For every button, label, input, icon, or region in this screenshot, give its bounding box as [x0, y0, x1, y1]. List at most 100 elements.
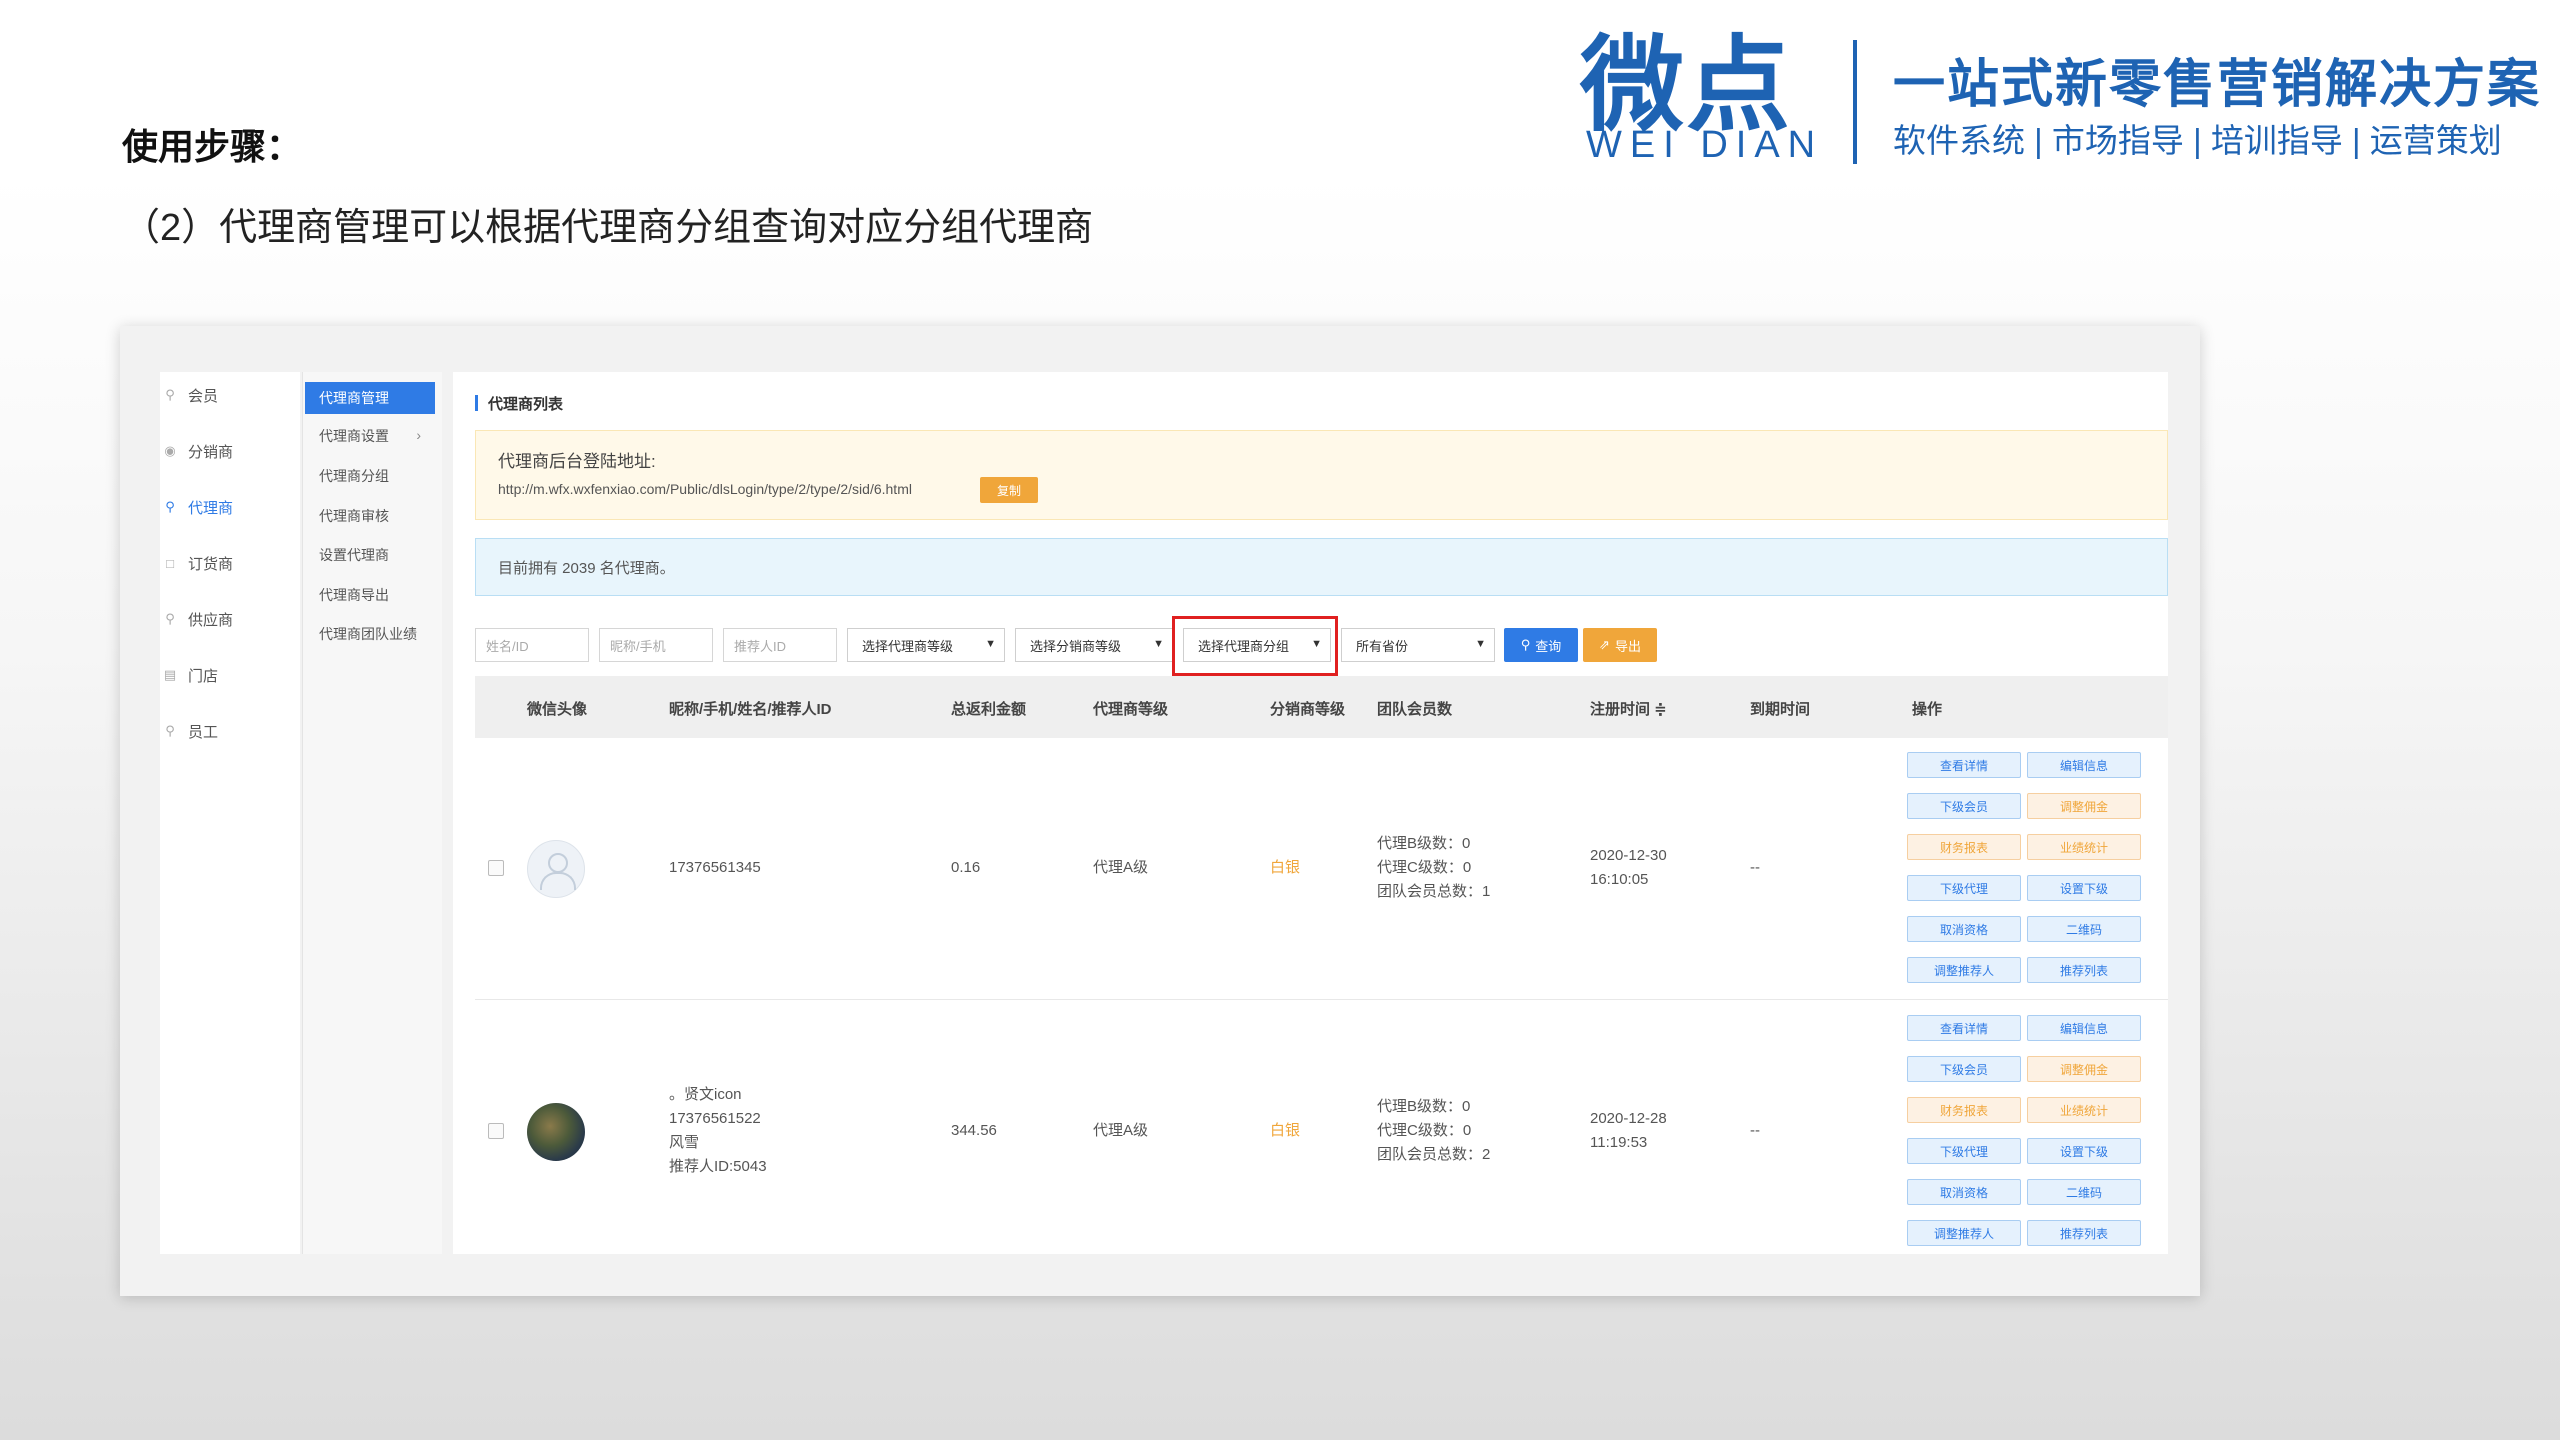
set-subordinate-button[interactable]: 设置下级	[2027, 875, 2141, 901]
login-url-label: 代理商后台登陆地址:	[498, 452, 656, 471]
query-label: 查询	[1535, 638, 1562, 654]
row-name: 风雪	[669, 1134, 700, 1151]
row-checkbox[interactable]	[488, 860, 504, 876]
sidebar-item-supplier[interactable]: ⚲ 供应商	[160, 596, 300, 642]
referrer-id-input[interactable]: 推荐人ID	[723, 628, 837, 662]
view-detail-button[interactable]: 查看详情	[1907, 1015, 2021, 1041]
set-subordinate-button[interactable]: 设置下级	[2027, 1138, 2141, 1164]
cancel-qualification-button[interactable]: 取消资格	[1907, 916, 2021, 942]
sidebar-item-store[interactable]: ▤ 门店	[160, 652, 300, 698]
sub-agents-button[interactable]: 下级代理	[1907, 875, 2021, 901]
sidebar-item-agent[interactable]: ⚲ 代理商	[160, 484, 300, 530]
row-referrer: 推荐人ID:5043	[669, 1158, 767, 1175]
caret-down-icon: ▼	[985, 638, 996, 650]
nick-phone-input[interactable]: 昵称/手机	[599, 628, 713, 662]
adjust-referrer-button[interactable]: 调整推荐人	[1907, 1220, 2021, 1246]
subnav-agent-review[interactable]: 代理商审核	[305, 500, 435, 532]
sidebar-item-distributor[interactable]: ◉ 分销商	[160, 428, 300, 474]
subnav-agent-export[interactable]: 代理商导出	[305, 579, 435, 611]
sub-members-button[interactable]: 下级会员	[1907, 793, 2021, 819]
col-info: 昵称/手机/姓名/推荐人ID	[669, 701, 832, 718]
sidebar-item-orderer[interactable]: □ 订货商	[160, 540, 300, 586]
adjust-referrer-button[interactable]: 调整推荐人	[1907, 957, 2021, 983]
agent-icon: ⚲	[165, 499, 175, 514]
row-dist-level: 白银	[1270, 1122, 1301, 1139]
col-reg-time[interactable]: 注册时间 ≑	[1590, 698, 1667, 719]
subnav-agent-manage[interactable]: 代理商管理	[305, 382, 435, 414]
row-agent-level: 代理A级	[1093, 1122, 1149, 1139]
search-icon: ⚲	[1520, 637, 1531, 652]
table-header: 微信头像 昵称/手机/姓名/推荐人ID 总返利金额 代理商等级 分销商等级 团队…	[475, 676, 2168, 738]
row-nickname: 。贤文icon	[669, 1086, 742, 1103]
slide-subtitle: （2）代理商管理可以根据代理商分组查询对应分组代理商	[122, 207, 1094, 249]
subnav-agent-team-performance[interactable]: 代理商团队业绩	[305, 618, 435, 650]
subnav-agent-settings[interactable]: 代理商设置 ›	[305, 420, 435, 452]
row-rebate: 344.56	[951, 1122, 997, 1139]
row-reg-date: 2020-12-30	[1590, 847, 1667, 864]
supplier-icon: ⚲	[165, 611, 175, 626]
sub-agents-button[interactable]: 下级代理	[1907, 1138, 2021, 1164]
sidebar-item-label: 门店	[188, 667, 219, 685]
query-button[interactable]: ⚲ 查询	[1504, 628, 1578, 662]
login-url: http://m.wfx.wxfenxiao.com/Public/dlsLog…	[498, 481, 912, 497]
referral-list-button[interactable]: 推荐列表	[2027, 957, 2141, 983]
cancel-qualification-button[interactable]: 取消资格	[1907, 1179, 2021, 1205]
performance-stats-button[interactable]: 业绩统计	[2027, 1097, 2141, 1123]
col-avatar: 微信头像	[527, 701, 588, 718]
row-expire: --	[1750, 859, 1760, 876]
row-team-b: 代理B级数：0	[1377, 1098, 1471, 1115]
referral-list-button[interactable]: 推荐列表	[2027, 1220, 2141, 1246]
agent-level-select[interactable]: 选择代理商等级 ▼	[847, 628, 1005, 662]
store-icon: ▤	[163, 667, 177, 682]
brand-slogan: 一站式新零售营销解决方案	[1893, 56, 2542, 114]
row-reg-time: 16:10:05	[1590, 871, 1649, 888]
table-row: 17376561345 0.16 代理A级 白银 代理B级数：0 代理C级数：0…	[475, 738, 2168, 1000]
adjust-commission-button[interactable]: 调整佣金	[2027, 793, 2141, 819]
dist-level-select[interactable]: 选择分销商等级 ▼	[1015, 628, 1173, 662]
col-ops: 操作	[1912, 701, 1943, 718]
caret-down-icon: ▼	[1153, 638, 1164, 650]
qrcode-button[interactable]: 二维码	[2027, 1179, 2141, 1205]
order-icon: □	[166, 555, 174, 571]
slide-heading: 使用步骤：	[122, 126, 303, 167]
col-dist-level: 分销商等级	[1270, 701, 1346, 718]
sub-navigation: 代理商管理 代理商设置 › 代理商分组 代理商审核 设置代理商 代理商导出 代理…	[302, 372, 442, 1254]
brand-services: 软件系统 | 市场指导 | 培训指导 | 运营策划	[1893, 122, 2502, 159]
export-button[interactable]: ⇗ 导出	[1583, 628, 1657, 662]
adjust-commission-button[interactable]: 调整佣金	[2027, 1056, 2141, 1082]
default-avatar-icon	[527, 840, 585, 898]
view-detail-button[interactable]: 查看详情	[1907, 752, 2021, 778]
finance-report-button[interactable]: 财务报表	[1907, 834, 2021, 860]
col-team: 团队会员数	[1377, 701, 1453, 718]
admin-screenshot: ⚲ 会员 ◉ 分销商 ⚲ 代理商 □ 订货商 ⚲ 供应商 ▤ 门店 ⚲ 员工 代…	[120, 326, 2200, 1296]
qrcode-button[interactable]: 二维码	[2027, 916, 2141, 942]
brand-divider	[1853, 40, 1857, 164]
edit-info-button[interactable]: 编辑信息	[2027, 752, 2141, 778]
row-checkbox[interactable]	[488, 1123, 504, 1139]
sub-members-button[interactable]: 下级会员	[1907, 1056, 2021, 1082]
row-phone: 17376561345	[669, 859, 761, 876]
row-rebate: 0.16	[951, 859, 981, 876]
agent-count-alert: 目前拥有 2039 名代理商。	[475, 538, 2168, 596]
chevron-right-icon: ›	[416, 427, 421, 443]
sidebar-item-label: 分销商	[188, 443, 234, 461]
name-id-input[interactable]: 姓名/ID	[475, 628, 589, 662]
sidebar-item-staff[interactable]: ⚲ 员工	[160, 708, 300, 754]
performance-stats-button[interactable]: 业绩统计	[2027, 834, 2141, 860]
subnav-agent-group[interactable]: 代理商分组	[305, 460, 435, 492]
row-agent-level: 代理A级	[1093, 859, 1149, 876]
col-expire: 到期时间	[1750, 701, 1811, 718]
col-rebate: 总返利金额	[951, 701, 1027, 718]
copy-button[interactable]: 复制	[980, 477, 1038, 503]
staff-icon: ⚲	[165, 723, 175, 738]
row-team-total: 团队会员总数：2	[1377, 1146, 1491, 1163]
edit-info-button[interactable]: 编辑信息	[2027, 1015, 2141, 1041]
subnav-set-agent[interactable]: 设置代理商	[305, 539, 435, 571]
brand-header: 微点 WEI DIAN 一站式新零售营销解决方案 软件系统 | 市场指导 | 培…	[1580, 30, 2539, 170]
sidebar-item-label: 订货商	[188, 555, 234, 573]
select-value: 选择代理商等级	[862, 638, 954, 654]
finance-report-button[interactable]: 财务报表	[1907, 1097, 2021, 1123]
province-select[interactable]: 所有省份 ▼	[1341, 628, 1495, 662]
subnav-label: 代理商设置	[319, 428, 389, 444]
sidebar-item-member[interactable]: ⚲ 会员	[160, 372, 300, 418]
